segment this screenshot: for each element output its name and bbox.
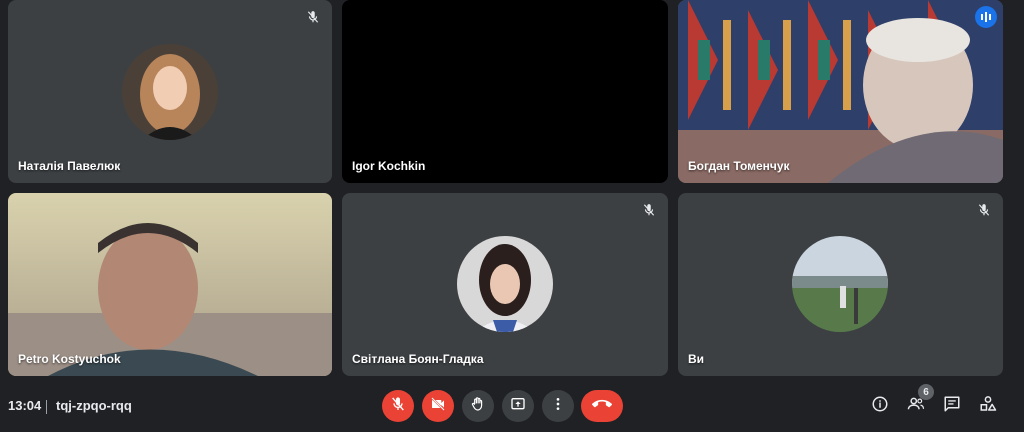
present-screen-button[interactable]	[502, 390, 534, 422]
mic-off-icon	[304, 8, 322, 26]
participant-name: Світлана Боян-Гладка	[352, 352, 484, 366]
meeting-controls-bar: 13:04 tqj-zpqo-rqq 6	[0, 384, 1024, 432]
participant-tile-petro[interactable]: Petro Kostyuchok	[8, 193, 332, 376]
mic-off-icon	[640, 201, 658, 219]
participant-video	[8, 193, 332, 376]
participant-tile-igor[interactable]: Igor Kochkin	[342, 0, 668, 183]
avatar	[792, 236, 888, 332]
activities-icon	[979, 395, 997, 418]
activities-button[interactable]	[976, 394, 1000, 418]
participant-name: Petro Kostyuchok	[18, 352, 121, 366]
participant-name: Богдан Томенчук	[688, 159, 790, 173]
raise-hand-button[interactable]	[462, 390, 494, 422]
more-vert-icon	[550, 396, 566, 417]
present-screen-icon	[510, 396, 526, 417]
participant-tile-bohdan[interactable]: Богдан Томенчук	[678, 0, 1003, 183]
participant-count-badge: 6	[918, 384, 934, 400]
participant-name: Igor Kochkin	[352, 159, 426, 173]
camera-toggle-button[interactable]	[422, 390, 454, 422]
participant-tile-nataliia[interactable]: Наталія Павелюк	[8, 0, 332, 183]
meeting-info-button[interactable]	[868, 394, 892, 418]
meeting-time: 13:04	[8, 398, 42, 413]
chat-button[interactable]	[940, 394, 964, 418]
mic-off-icon	[390, 396, 406, 417]
participant-tile-self[interactable]: Ви	[678, 193, 1003, 376]
speaking-indicator-icon	[975, 6, 997, 28]
mic-toggle-button[interactable]	[382, 390, 414, 422]
raise-hand-icon	[470, 396, 486, 417]
more-options-button[interactable]	[542, 390, 574, 422]
participant-tile-svitlana[interactable]: Світлана Боян-Гладка	[342, 193, 668, 376]
divider	[46, 400, 47, 414]
participant-name: Наталія Павелюк	[18, 159, 121, 173]
mic-off-icon	[975, 201, 993, 219]
call-end-icon	[592, 394, 612, 419]
meeting-code: tqj-zpqo-rqq	[56, 398, 132, 413]
leave-call-button[interactable]	[581, 390, 623, 422]
avatar	[122, 44, 218, 140]
info-icon	[871, 395, 889, 418]
participant-name: Ви	[688, 352, 705, 366]
videocam-off-icon	[430, 396, 446, 417]
chat-icon	[943, 395, 961, 418]
avatar	[457, 236, 553, 332]
participant-video	[678, 0, 1003, 183]
